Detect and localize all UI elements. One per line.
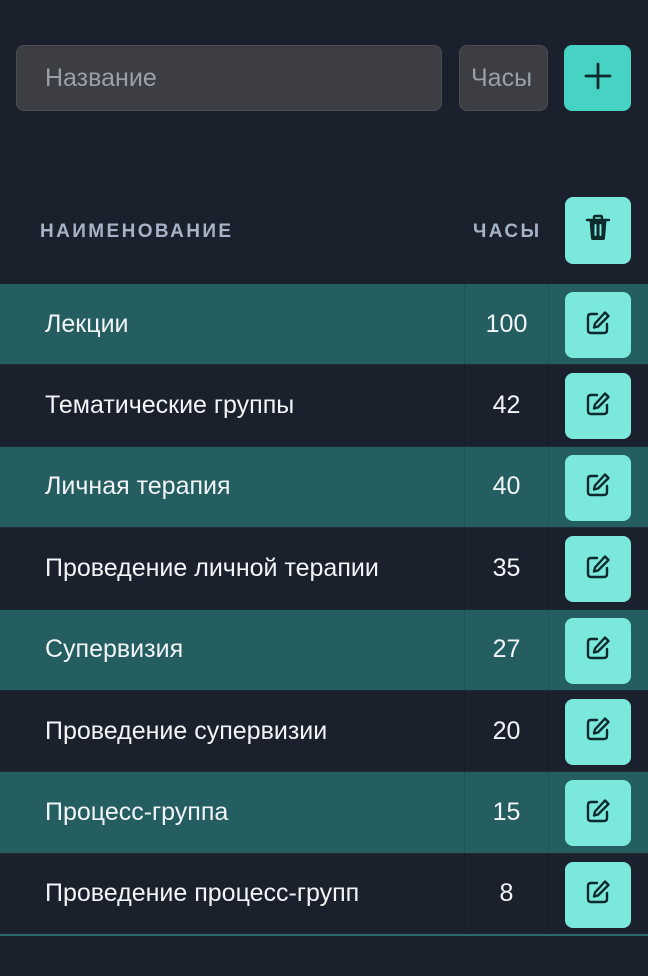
row-hours: 100 (464, 284, 549, 365)
row-hours: 40 (464, 446, 549, 528)
row-name: Проведение личной терапии (45, 553, 379, 582)
row-hours: 8 (464, 853, 549, 935)
delete-button[interactable] (565, 197, 631, 264)
row-name: Проведение процесс-групп (45, 879, 360, 908)
edit-icon (584, 309, 612, 342)
edit-button[interactable] (565, 536, 631, 603)
edit-button[interactable] (565, 292, 631, 358)
edit-icon (584, 471, 612, 504)
row-name: Тематические группы (45, 391, 295, 420)
edit-button[interactable] (565, 780, 631, 847)
row-hours: 15 (464, 772, 549, 853)
edit-button[interactable] (565, 454, 631, 521)
name-input[interactable] (16, 45, 442, 111)
table-bottom-divider (0, 934, 648, 936)
edit-icon (584, 878, 612, 911)
table-body: Лекции 100 Тематические группы 42 Личная… (0, 284, 648, 936)
row-name: Лекции (45, 309, 129, 338)
row-hours: 42 (464, 365, 549, 446)
table-header: НАИМЕНОВАНИЕ ЧАСЫ (0, 197, 648, 265)
column-header-hours: ЧАСЫ (473, 221, 542, 242)
plus-icon (584, 62, 612, 95)
trash-icon (585, 214, 611, 247)
table-row: Тематические группы 42 (0, 365, 648, 447)
table-row: Процесс-группа 15 (0, 772, 648, 854)
table-row: Супервизия 27 (0, 609, 648, 691)
row-name: Супервизия (45, 635, 184, 664)
table-row: Проведение процесс-групп 8 (0, 853, 648, 936)
table-row: Проведение супервизии 20 (0, 690, 648, 773)
edit-button[interactable] (565, 617, 631, 684)
add-item-form (16, 45, 631, 111)
edit-icon (584, 634, 612, 667)
row-hours: 35 (464, 528, 549, 609)
table-row: Проведение личной терапии 35 (0, 528, 648, 610)
table-row: Личная терапия 40 (0, 446, 648, 529)
row-name: Проведение супервизии (45, 716, 328, 745)
edit-icon (584, 390, 612, 423)
edit-icon (584, 553, 612, 586)
table-row: Лекции 100 (0, 284, 648, 366)
edit-button[interactable] (565, 698, 631, 765)
row-hours: 27 (464, 609, 549, 690)
column-header-name: НАИМЕНОВАНИЕ (40, 221, 234, 242)
page: НАИМЕНОВАНИЕ ЧАСЫ Лекции 100 (0, 0, 648, 976)
edit-icon (584, 715, 612, 748)
add-button[interactable] (564, 45, 631, 111)
row-hours: 20 (464, 690, 549, 772)
row-name: Личная терапия (45, 472, 231, 501)
edit-icon (584, 797, 612, 830)
hours-input[interactable] (459, 45, 548, 111)
edit-button[interactable] (565, 861, 631, 928)
row-name: Процесс-группа (45, 798, 229, 827)
edit-button[interactable] (565, 373, 631, 440)
